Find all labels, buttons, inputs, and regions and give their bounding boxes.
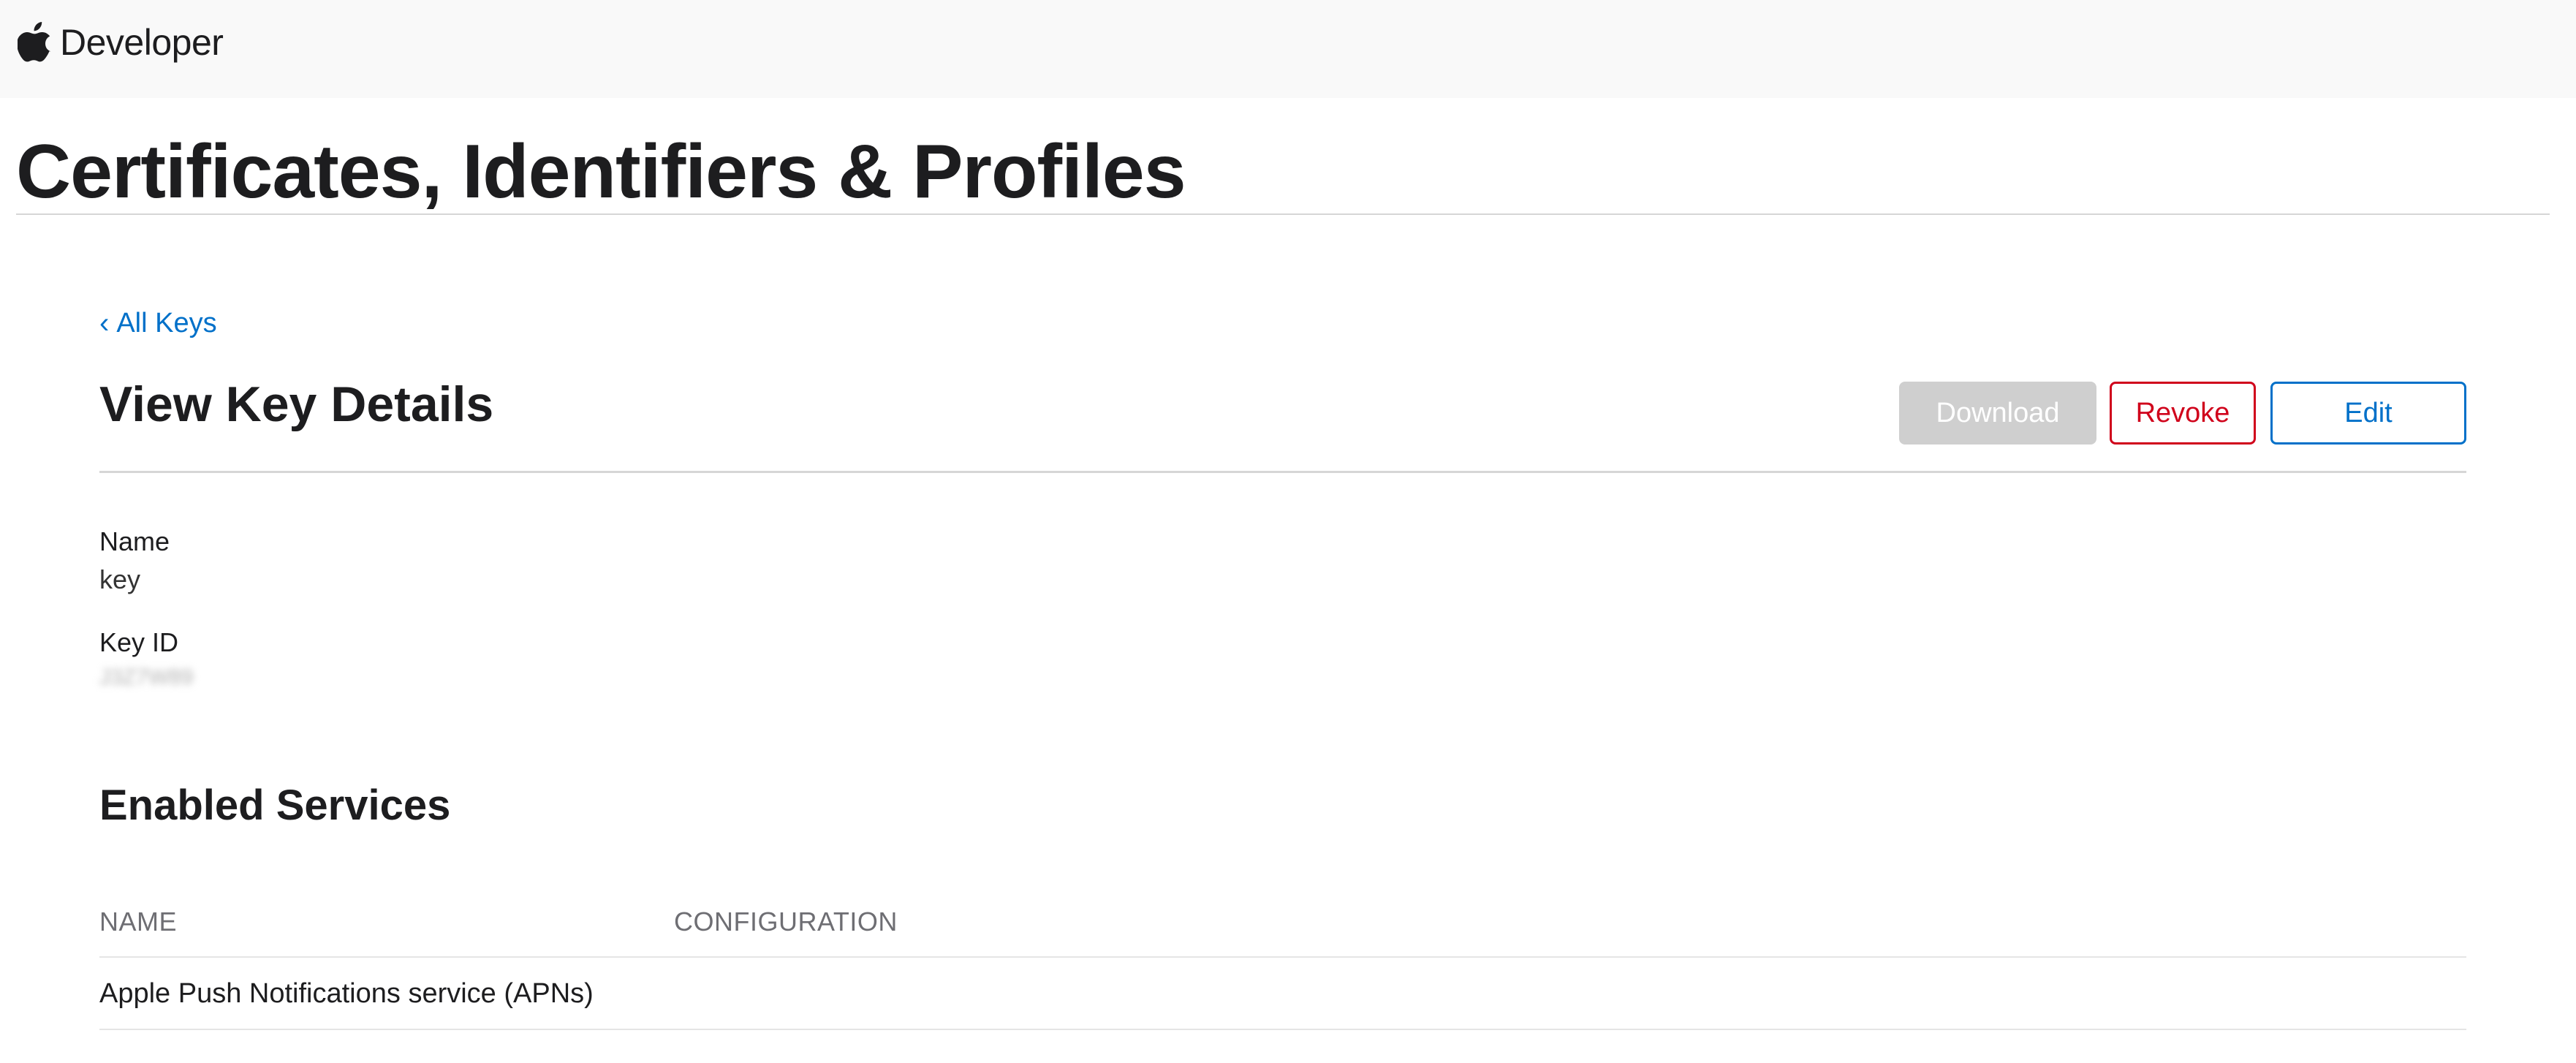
section-divider: [99, 471, 2466, 473]
edit-button[interactable]: Edit: [2270, 382, 2466, 445]
services-title: Enabled Services: [99, 782, 451, 829]
global-nav: Developer: [0, 0, 2576, 98]
back-to-all-keys-link[interactable]: ‹ All Keys: [99, 307, 217, 340]
apple-logo-icon: [18, 22, 51, 62]
column-header-configuration: CONFIGURATION: [674, 907, 898, 937]
developer-home-link[interactable]: Developer: [18, 19, 224, 66]
title-divider: [16, 213, 2550, 215]
service-name-cell: Apple Push Notifications service (APNs): [99, 978, 594, 1009]
name-value: key: [99, 564, 141, 594]
page-title: Certificates, Identifiers & Profiles: [16, 129, 1186, 214]
section-title: View Key Details: [99, 377, 494, 432]
key-id-value: J3Z7W89: [99, 665, 194, 689]
column-header-name: NAME: [99, 907, 178, 937]
table-row-divider: [99, 1029, 2466, 1030]
download-button[interactable]: Download: [1899, 382, 2096, 445]
key-id-label: Key ID: [99, 627, 179, 657]
back-link-label: All Keys: [116, 308, 217, 338]
chevron-left-icon: ‹: [99, 307, 110, 339]
table-header-divider: [99, 956, 2466, 958]
revoke-button[interactable]: Revoke: [2110, 382, 2256, 445]
name-label: Name: [99, 526, 170, 556]
brand-label: Developer: [60, 22, 224, 63]
